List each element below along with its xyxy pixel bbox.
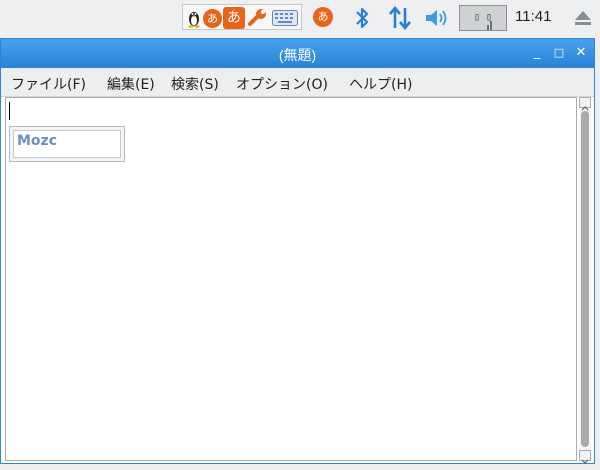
menu-edit[interactable]: 編集(E) — [107, 74, 155, 94]
cpu-monitor[interactable]: ▯ ▯ — [459, 5, 507, 31]
text-caret — [9, 102, 10, 120]
mozc-label: Mozc — [17, 133, 57, 149]
input-mode-icon[interactable]: あ — [223, 7, 245, 29]
ime-toolbar: あ あ — [182, 4, 302, 30]
text-area[interactable]: Mozc — [5, 97, 577, 461]
bluetooth-icon[interactable] — [354, 5, 370, 31]
minimize-button[interactable]: _ — [528, 44, 546, 62]
title-bar[interactable]: (無題) _ □ ✕ — [1, 39, 594, 68]
scroll-down-button[interactable] — [579, 450, 591, 464]
eject-icon[interactable] — [574, 9, 592, 27]
menu-bar: ファイル(F) 編集(E) 検索(S) オプション(O) ヘルプ(H) — [1, 68, 594, 97]
volume-icon[interactable] — [424, 8, 450, 28]
mozc-tray-icon[interactable]: あ — [313, 7, 333, 27]
scroll-thumb[interactable] — [581, 111, 589, 447]
network-icon[interactable] — [387, 5, 413, 31]
vertical-scrollbar[interactable] — [579, 97, 591, 464]
wrench-icon[interactable] — [247, 8, 269, 28]
cpu-bar — [487, 25, 489, 30]
chevron-down-icon — [581, 459, 589, 464]
penguin-icon[interactable] — [186, 8, 202, 28]
close-button[interactable]: ✕ — [572, 44, 590, 62]
editor-window: (無題) _ □ ✕ ファイル(F) 編集(E) 検索(S) オプション(O) … — [0, 38, 595, 464]
menu-search[interactable]: 検索(S) — [171, 74, 219, 94]
cpu-bar — [490, 21, 492, 30]
keyboard-icon[interactable] — [272, 10, 298, 26]
maximize-button[interactable]: □ — [550, 44, 568, 62]
menu-options[interactable]: オプション(O) — [236, 74, 328, 94]
scroll-up-button[interactable] — [579, 97, 591, 111]
menu-file[interactable]: ファイル(F) — [11, 74, 86, 94]
taskbar: あ あ あ ▯ ▯ 11:41 — [0, 0, 600, 36]
clock[interactable]: 11:41 — [515, 8, 551, 25]
ime-candidate-window: Mozc — [9, 126, 125, 162]
menu-help[interactable]: ヘルプ(H) — [349, 74, 412, 94]
window-title: (無題) — [278, 47, 317, 63]
hiragana-mode-icon[interactable]: あ — [203, 9, 222, 28]
